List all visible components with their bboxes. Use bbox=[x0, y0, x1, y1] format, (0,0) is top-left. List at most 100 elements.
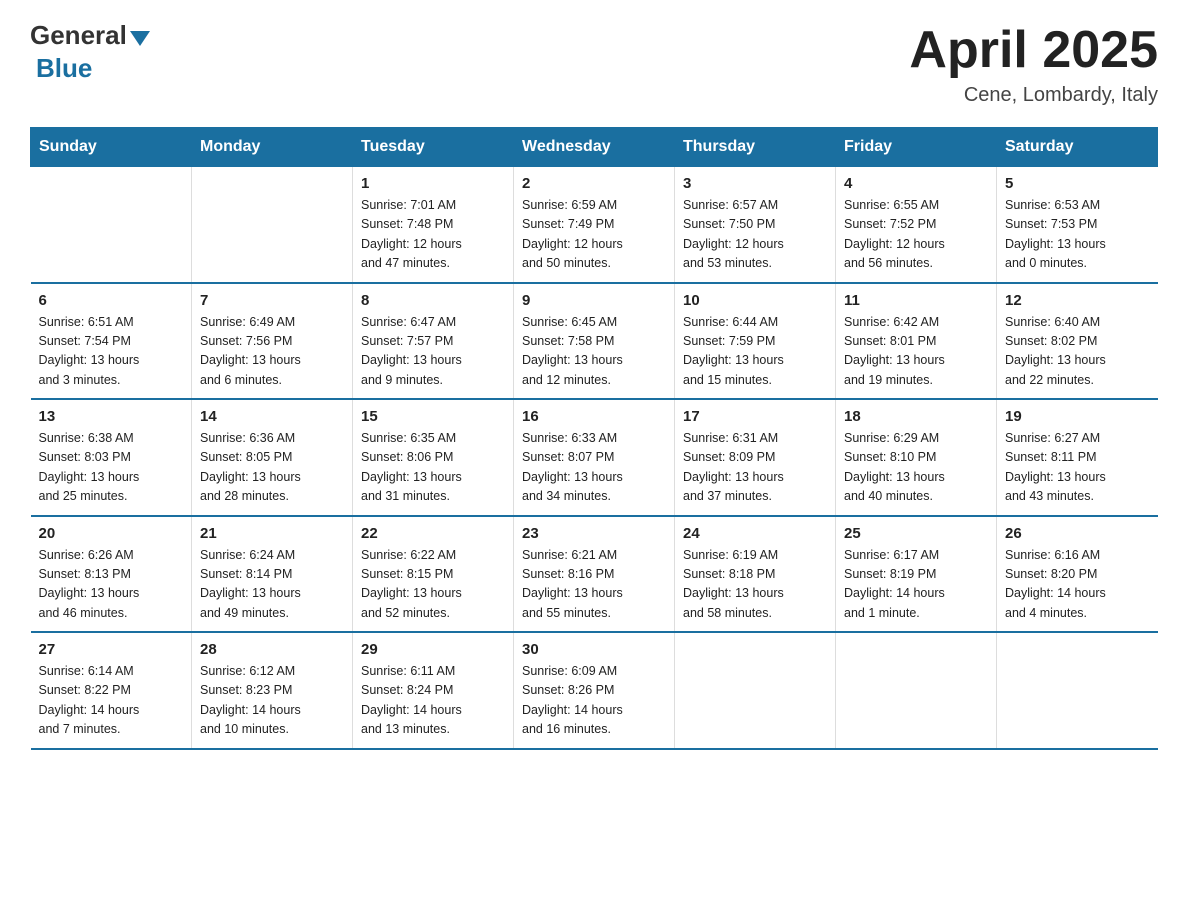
day-number: 11 bbox=[844, 292, 988, 309]
day-number: 27 bbox=[39, 641, 184, 658]
day-info: Sunrise: 6:57 AMSunset: 7:50 PMDaylight:… bbox=[683, 196, 827, 274]
day-info: Sunrise: 6:49 AMSunset: 7:56 PMDaylight:… bbox=[200, 313, 344, 391]
day-info: Sunrise: 6:27 AMSunset: 8:11 PMDaylight:… bbox=[1005, 429, 1150, 507]
day-cell: 4Sunrise: 6:55 AMSunset: 7:52 PMDaylight… bbox=[836, 167, 997, 283]
day-number: 28 bbox=[200, 641, 344, 658]
day-info: Sunrise: 6:51 AMSunset: 7:54 PMDaylight:… bbox=[39, 313, 184, 391]
day-info: Sunrise: 6:17 AMSunset: 8:19 PMDaylight:… bbox=[844, 546, 988, 624]
header-cell-thursday: Thursday bbox=[675, 128, 836, 167]
day-cell: 6 Sunrise: 6:51 AMSunset: 7:54 PMDaylight… bbox=[31, 283, 192, 400]
day-info: Sunrise: 6:36 AMSunset: 8:05 PMDaylight:… bbox=[200, 429, 344, 507]
day-cell: 8 Sunrise: 6:47 AMSunset: 7:57 PMDaylight… bbox=[353, 283, 514, 400]
day-number: 15 bbox=[361, 408, 505, 425]
day-number: 8 bbox=[361, 292, 505, 309]
day-info: Sunrise: 6:33 AMSunset: 8:07 PMDaylight:… bbox=[522, 429, 666, 507]
day-info: Sunrise: 7:01 AMSunset: 7:48 PMDaylight:… bbox=[361, 196, 505, 274]
day-number: 24 bbox=[683, 525, 827, 542]
header-cell-friday: Friday bbox=[836, 128, 997, 167]
day-cell: 28 Sunrise: 6:12 AMSunset: 8:23 PMDayligh… bbox=[192, 632, 353, 749]
day-number: 6 bbox=[39, 292, 184, 309]
day-cell: 26 Sunrise: 6:16 AMSunset: 8:20 PMDayligh… bbox=[997, 516, 1158, 633]
week-row-5: 27 Sunrise: 6:14 AMSunset: 8:22 PMDayligh… bbox=[31, 632, 1158, 749]
day-info: Sunrise: 6:45 AMSunset: 7:58 PMDaylight:… bbox=[522, 313, 666, 391]
day-cell: 2 Sunrise: 6:59 AMSunset: 7:49 PMDaylight… bbox=[514, 167, 675, 283]
logo-blue-text: Blue bbox=[36, 53, 92, 84]
day-info: Sunrise: 6:59 AMSunset: 7:49 PMDaylight:… bbox=[522, 196, 666, 274]
day-cell: 11 Sunrise: 6:42 AMSunset: 8:01 PMDayligh… bbox=[836, 283, 997, 400]
day-info: Sunrise: 6:35 AMSunset: 8:06 PMDaylight:… bbox=[361, 429, 505, 507]
header-cell-monday: Monday bbox=[192, 128, 353, 167]
day-number: 1 bbox=[361, 175, 505, 192]
page-header: General Blue April 2025 Cene, Lombardy, … bbox=[30, 20, 1158, 107]
day-cell: 27 Sunrise: 6:14 AMSunset: 8:22 PMDayligh… bbox=[31, 632, 192, 749]
day-cell: 12Sunrise: 6:40 AMSunset: 8:02 PMDayligh… bbox=[997, 283, 1158, 400]
day-number: 21 bbox=[200, 525, 344, 542]
day-cell bbox=[997, 632, 1158, 749]
day-cell: 15 Sunrise: 6:35 AMSunset: 8:06 PMDayligh… bbox=[353, 399, 514, 516]
day-info: Sunrise: 6:29 AMSunset: 8:10 PMDaylight:… bbox=[844, 429, 988, 507]
day-cell: 1 Sunrise: 7:01 AMSunset: 7:48 PMDaylight… bbox=[353, 167, 514, 283]
day-number: 18 bbox=[844, 408, 988, 425]
location-text: Cene, Lombardy, Italy bbox=[909, 84, 1158, 107]
day-cell: 16 Sunrise: 6:33 AMSunset: 8:07 PMDayligh… bbox=[514, 399, 675, 516]
logo-general-text: General bbox=[30, 20, 127, 51]
day-number: 10 bbox=[683, 292, 827, 309]
day-info: Sunrise: 6:38 AMSunset: 8:03 PMDaylight:… bbox=[39, 429, 184, 507]
day-info: Sunrise: 6:12 AMSunset: 8:23 PMDaylight:… bbox=[200, 662, 344, 740]
day-info: Sunrise: 6:16 AMSunset: 8:20 PMDaylight:… bbox=[1005, 546, 1150, 624]
day-number: 22 bbox=[361, 525, 505, 542]
day-cell bbox=[31, 167, 192, 283]
month-title: April 2025 bbox=[909, 20, 1158, 80]
logo: General Blue bbox=[30, 20, 150, 84]
day-cell: 29 Sunrise: 6:11 AMSunset: 8:24 PMDayligh… bbox=[353, 632, 514, 749]
day-number: 29 bbox=[361, 641, 505, 658]
header-cell-wednesday: Wednesday bbox=[514, 128, 675, 167]
day-cell bbox=[192, 167, 353, 283]
day-info: Sunrise: 6:21 AMSunset: 8:16 PMDaylight:… bbox=[522, 546, 666, 624]
day-info: Sunrise: 6:42 AMSunset: 8:01 PMDaylight:… bbox=[844, 313, 988, 391]
day-number: 7 bbox=[200, 292, 344, 309]
day-number: 17 bbox=[683, 408, 827, 425]
day-cell bbox=[836, 632, 997, 749]
day-cell: 19Sunrise: 6:27 AMSunset: 8:11 PMDayligh… bbox=[997, 399, 1158, 516]
day-number: 26 bbox=[1005, 525, 1150, 542]
day-info: Sunrise: 6:40 AMSunset: 8:02 PMDaylight:… bbox=[1005, 313, 1150, 391]
day-number: 16 bbox=[522, 408, 666, 425]
day-cell: 10 Sunrise: 6:44 AMSunset: 7:59 PMDayligh… bbox=[675, 283, 836, 400]
day-number: 13 bbox=[39, 408, 184, 425]
title-area: April 2025 Cene, Lombardy, Italy bbox=[909, 20, 1158, 107]
day-cell bbox=[675, 632, 836, 749]
day-cell: 9 Sunrise: 6:45 AMSunset: 7:58 PMDaylight… bbox=[514, 283, 675, 400]
day-cell: 25Sunrise: 6:17 AMSunset: 8:19 PMDayligh… bbox=[836, 516, 997, 633]
day-info: Sunrise: 6:26 AMSunset: 8:13 PMDaylight:… bbox=[39, 546, 184, 624]
day-cell: 14 Sunrise: 6:36 AMSunset: 8:05 PMDayligh… bbox=[192, 399, 353, 516]
day-info: Sunrise: 6:09 AMSunset: 8:26 PMDaylight:… bbox=[522, 662, 666, 740]
day-number: 3 bbox=[683, 175, 827, 192]
day-number: 9 bbox=[522, 292, 666, 309]
day-info: Sunrise: 6:11 AMSunset: 8:24 PMDaylight:… bbox=[361, 662, 505, 740]
day-info: Sunrise: 6:55 AMSunset: 7:52 PMDaylight:… bbox=[844, 196, 988, 274]
header-cell-sunday: Sunday bbox=[31, 128, 192, 167]
day-cell: 24Sunrise: 6:19 AMSunset: 8:18 PMDayligh… bbox=[675, 516, 836, 633]
week-row-1: 1 Sunrise: 7:01 AMSunset: 7:48 PMDaylight… bbox=[31, 167, 1158, 283]
day-cell: 13 Sunrise: 6:38 AMSunset: 8:03 PMDayligh… bbox=[31, 399, 192, 516]
day-cell: 20Sunrise: 6:26 AMSunset: 8:13 PMDayligh… bbox=[31, 516, 192, 633]
day-info: Sunrise: 6:14 AMSunset: 8:22 PMDaylight:… bbox=[39, 662, 184, 740]
calendar-table: SundayMondayTuesdayWednesdayThursdayFrid… bbox=[30, 127, 1158, 750]
week-row-3: 13 Sunrise: 6:38 AMSunset: 8:03 PMDayligh… bbox=[31, 399, 1158, 516]
day-cell: 21 Sunrise: 6:24 AMSunset: 8:14 PMDayligh… bbox=[192, 516, 353, 633]
day-number: 2 bbox=[522, 175, 666, 192]
day-cell: 22Sunrise: 6:22 AMSunset: 8:15 PMDayligh… bbox=[353, 516, 514, 633]
day-number: 14 bbox=[200, 408, 344, 425]
day-info: Sunrise: 6:53 AMSunset: 7:53 PMDaylight:… bbox=[1005, 196, 1150, 274]
header-cell-tuesday: Tuesday bbox=[353, 128, 514, 167]
day-info: Sunrise: 6:24 AMSunset: 8:14 PMDaylight:… bbox=[200, 546, 344, 624]
day-cell: 17 Sunrise: 6:31 AMSunset: 8:09 PMDayligh… bbox=[675, 399, 836, 516]
day-info: Sunrise: 6:31 AMSunset: 8:09 PMDaylight:… bbox=[683, 429, 827, 507]
header-cell-saturday: Saturday bbox=[997, 128, 1158, 167]
day-cell: 30Sunrise: 6:09 AMSunset: 8:26 PMDayligh… bbox=[514, 632, 675, 749]
calendar-header: SundayMondayTuesdayWednesdayThursdayFrid… bbox=[31, 128, 1158, 167]
day-info: Sunrise: 6:44 AMSunset: 7:59 PMDaylight:… bbox=[683, 313, 827, 391]
day-info: Sunrise: 6:47 AMSunset: 7:57 PMDaylight:… bbox=[361, 313, 505, 391]
week-row-2: 6 Sunrise: 6:51 AMSunset: 7:54 PMDaylight… bbox=[31, 283, 1158, 400]
